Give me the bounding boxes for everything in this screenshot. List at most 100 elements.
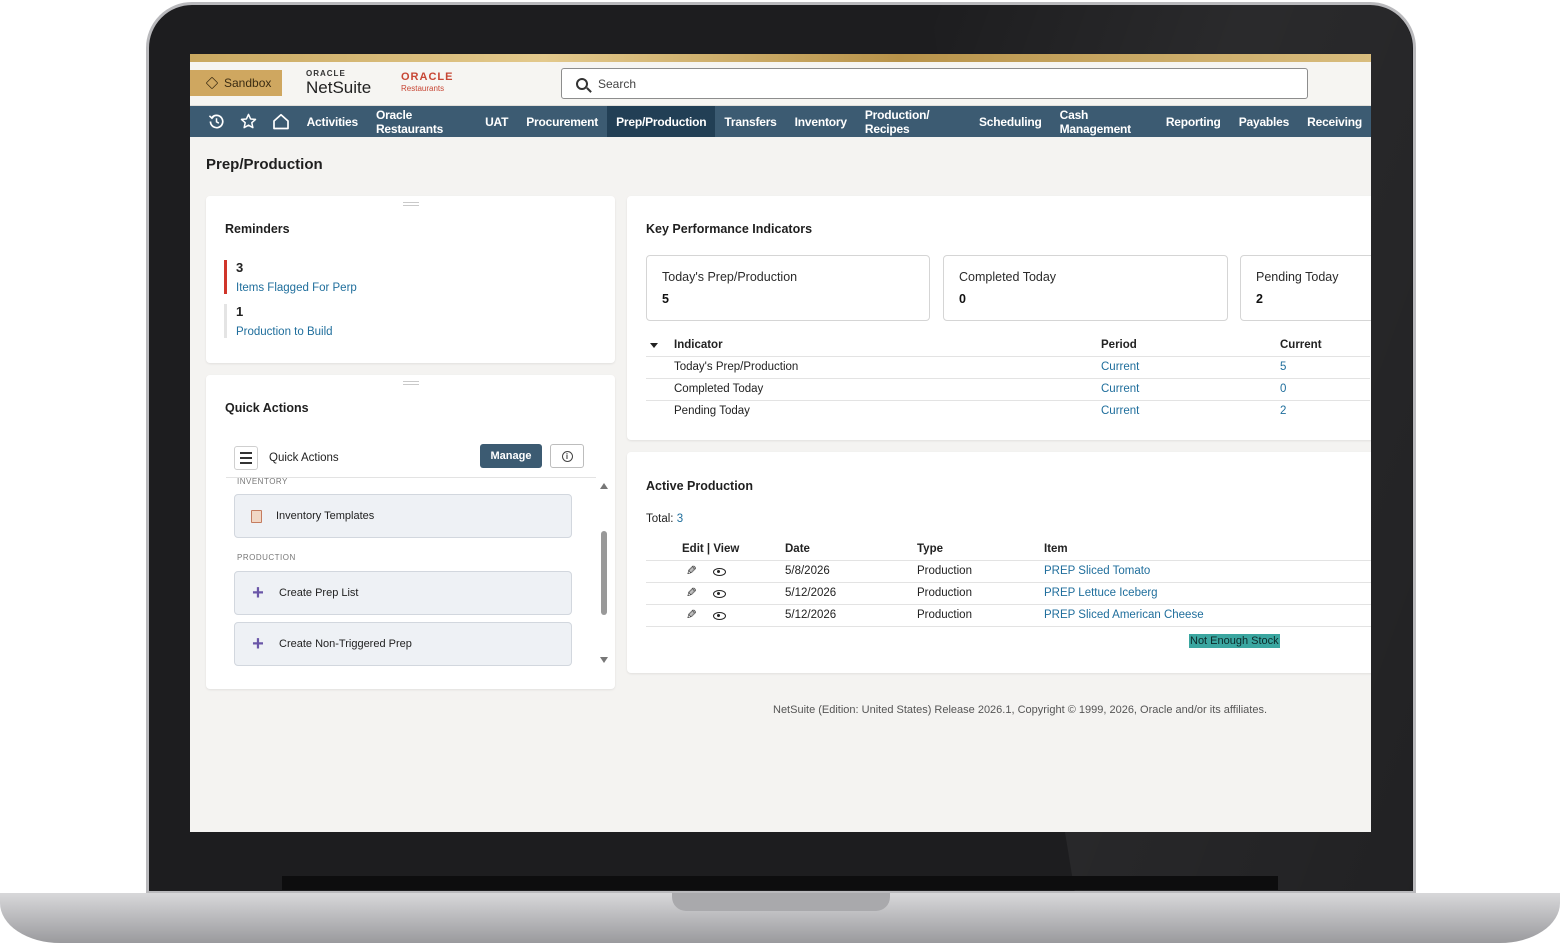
reminder-item[interactable]: 3 Items Flagged For Perp bbox=[224, 260, 357, 294]
nav-scheduling[interactable]: Scheduling bbox=[970, 106, 1051, 137]
reminders-portlet: Reminders 3 Items Flagged For Perp 1 Pro… bbox=[206, 196, 615, 363]
kpi-period-link[interactable]: Current bbox=[1101, 377, 1280, 400]
quick-action-create-prep-list[interactable]: + Create Prep List bbox=[234, 571, 572, 615]
kpi-current-link[interactable]: 0 bbox=[1280, 377, 1370, 400]
kpi-box-label: Completed Today bbox=[959, 270, 1057, 284]
drag-handle[interactable] bbox=[402, 381, 419, 385]
column-header[interactable]: Current bbox=[1280, 334, 1370, 356]
clipboard-icon bbox=[251, 509, 262, 523]
table-row: ✎ 5/12/2026 Production PREP Lettuce Iceb… bbox=[646, 581, 1371, 604]
kpi-box-value: 5 bbox=[662, 292, 669, 306]
nav-cash-management[interactable]: Cash Management bbox=[1051, 106, 1157, 137]
row-item-link[interactable]: PREP Lettuce Iceberg bbox=[1044, 581, 1371, 604]
quick-action-create-non-triggered-prep[interactable]: + Create Non-Triggered Prep bbox=[234, 622, 572, 666]
scroll-thumb[interactable] bbox=[601, 531, 607, 615]
column-header: Edit | View bbox=[682, 542, 740, 555]
nav-uat[interactable]: UAT bbox=[476, 106, 517, 137]
scroll-up-icon[interactable] bbox=[600, 483, 608, 489]
column-header[interactable]: Period bbox=[1101, 334, 1280, 356]
info-button[interactable]: i bbox=[550, 444, 584, 468]
table-row: ✎ 5/12/2026 Production PREP Sliced Ameri… bbox=[646, 603, 1371, 627]
column-header[interactable]: Indicator bbox=[674, 334, 1101, 356]
kpi-current-link[interactable]: 2 bbox=[1280, 399, 1370, 422]
column-header[interactable]: Type bbox=[917, 538, 1044, 560]
search-placeholder: Search bbox=[598, 76, 637, 91]
edit-pencil-icon[interactable]: ✎ bbox=[686, 607, 697, 623]
nav-activities[interactable]: Activities bbox=[298, 106, 367, 137]
total-value: 3 bbox=[676, 513, 684, 525]
kpi-box[interactable]: Completed Today 0 bbox=[943, 255, 1228, 321]
nav-procurement[interactable]: Procurement bbox=[517, 106, 607, 137]
kpi-box[interactable]: Pending Today 2 bbox=[1240, 255, 1371, 321]
oracle-restaurants-logo[interactable]: ORACLE Restaurants bbox=[401, 72, 453, 93]
reminder-link[interactable]: Production to Build bbox=[236, 326, 333, 338]
edit-pencil-icon[interactable]: ✎ bbox=[686, 585, 697, 601]
home-icon[interactable] bbox=[265, 106, 298, 137]
nav-receiving[interactable]: Receiving bbox=[1298, 106, 1371, 137]
sandbox-badge[interactable]: Sandbox bbox=[190, 70, 282, 96]
scroll-down-icon[interactable] bbox=[600, 657, 608, 663]
quick-actions-scrollbar[interactable] bbox=[600, 483, 608, 663]
row-item-link[interactable]: PREP Sliced American Cheese bbox=[1044, 603, 1371, 627]
drag-handle[interactable] bbox=[402, 202, 419, 206]
row-item-link[interactable]: PREP Sliced Tomato bbox=[1044, 559, 1371, 582]
menu-icon[interactable] bbox=[234, 446, 258, 470]
row-type: Production bbox=[917, 603, 1044, 627]
recent-records-icon[interactable] bbox=[200, 106, 233, 137]
favorites-star-icon[interactable] bbox=[233, 106, 266, 137]
quick-action-label: Create Non-Triggered Prep bbox=[279, 638, 412, 650]
row-date: 5/12/2026 bbox=[785, 581, 917, 604]
quick-actions-toolbar: Quick Actions Manage i bbox=[234, 443, 584, 473]
reminder-link[interactable]: Items Flagged For Perp bbox=[236, 282, 357, 294]
cube-icon bbox=[205, 76, 219, 90]
view-eye-icon[interactable] bbox=[712, 567, 726, 576]
view-eye-icon[interactable] bbox=[712, 611, 726, 620]
kpi-indicator: Pending Today bbox=[674, 399, 1101, 422]
row-type: Production bbox=[917, 559, 1044, 582]
nav-inventory[interactable]: Inventory bbox=[786, 106, 856, 137]
kpi-current-link[interactable]: 5 bbox=[1280, 355, 1370, 378]
quick-action-inventory-templates[interactable]: Inventory Templates bbox=[234, 494, 572, 538]
reminder-item[interactable]: 1 Production to Build bbox=[224, 304, 333, 338]
column-header[interactable]: Item bbox=[1044, 538, 1371, 560]
netsuite-logo-name: NetSuite bbox=[306, 78, 372, 97]
reminder-count: 1 bbox=[236, 304, 244, 319]
kpi-indicator: Completed Today bbox=[674, 377, 1101, 400]
footer-copyright: NetSuite (Edition: United States) Releas… bbox=[773, 704, 1268, 716]
nav-production-recipes[interactable]: Production/ Recipes bbox=[856, 106, 970, 137]
kpi-period-link[interactable]: Current bbox=[1101, 399, 1280, 422]
nav-payables[interactable]: Payables bbox=[1230, 106, 1298, 137]
plus-icon: + bbox=[252, 582, 264, 604]
kpi-portlet: Key Performance Indicators Today's Prep/… bbox=[627, 196, 1371, 440]
netsuite-logo[interactable]: ORACLE NetSuite bbox=[306, 70, 372, 97]
info-icon: i bbox=[561, 450, 573, 462]
reminders-title: Reminders bbox=[225, 222, 290, 236]
header: Sandbox ORACLE NetSuite ORACLE Restauran… bbox=[190, 62, 1371, 106]
edit-pencil-icon[interactable]: ✎ bbox=[686, 563, 697, 579]
quick-actions-label: Quick Actions bbox=[269, 452, 339, 464]
kpi-box-label: Pending Today bbox=[1256, 270, 1339, 284]
kpi-period-link[interactable]: Current bbox=[1101, 355, 1280, 378]
kpi-box-value: 0 bbox=[959, 292, 966, 306]
quick-actions-list: INVENTORY Inventory Templates PRODUCTION… bbox=[226, 477, 596, 670]
section-label: PRODUCTION bbox=[237, 553, 296, 562]
nav-prep-production[interactable]: Prep/Production bbox=[607, 106, 716, 137]
page-title: Prep/Production bbox=[206, 156, 323, 173]
collapse-icon[interactable] bbox=[646, 334, 674, 356]
manage-button[interactable]: Manage bbox=[480, 444, 542, 468]
kpi-title: Key Performance Indicators bbox=[646, 222, 813, 236]
section-label: INVENTORY bbox=[237, 477, 288, 486]
nav-transfers[interactable]: Transfers bbox=[715, 106, 785, 137]
active-production-table: Edit | View Date Type Item ✎ 5/8/2026 Pr… bbox=[646, 538, 1371, 627]
nav-oracle-restaurants[interactable]: Oracle Restaurants bbox=[367, 106, 476, 137]
row-type: Production bbox=[917, 581, 1044, 604]
view-eye-icon[interactable] bbox=[712, 589, 726, 598]
environment-band bbox=[190, 54, 1371, 62]
quick-action-label: Inventory Templates bbox=[276, 510, 375, 522]
nav-reporting[interactable]: Reporting bbox=[1157, 106, 1230, 137]
total-label: Total: bbox=[646, 513, 674, 525]
kpi-box[interactable]: Today's Prep/Production 5 bbox=[646, 255, 930, 321]
global-search-input[interactable]: Search bbox=[561, 68, 1308, 99]
column-header[interactable]: Date bbox=[785, 538, 917, 560]
quick-action-label: Create Prep List bbox=[279, 587, 359, 599]
